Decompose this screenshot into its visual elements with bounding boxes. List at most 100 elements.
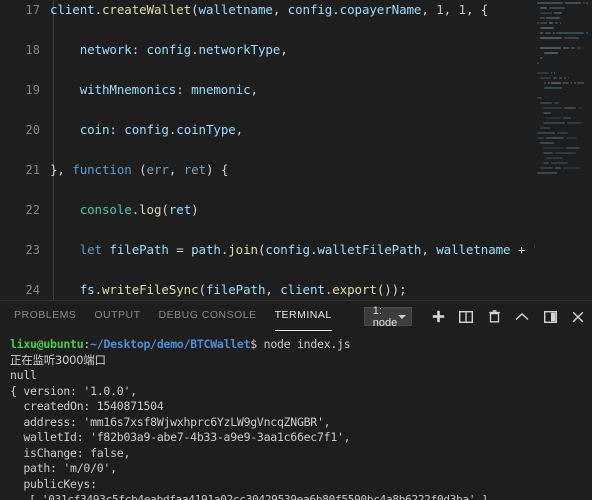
minimap-line (540, 77, 552, 79)
minimap-line (563, 117, 571, 119)
code-line: 22 console.log(ret) (0, 200, 535, 220)
line-content: let filePath = path.join(config.walletFi… (79, 242, 535, 257)
minimap-line (543, 87, 562, 89)
prompt-path: ~/Desktop/demo/BTCWallet (90, 337, 251, 351)
minimap-line (540, 37, 563, 39)
terminal-instance-label: 1: node (372, 304, 398, 329)
terminal-prompt-line: lixu@ubuntu:~/Desktop/demo/BTCWallet$ no… (10, 337, 592, 353)
line-number: 18 (25, 43, 40, 57)
terminal-line: { version: '1.0.0', (10, 383, 137, 398)
line-number: 20 (25, 123, 40, 137)
minimap-line (540, 7, 548, 9)
editor-minimap[interactable] (535, 0, 592, 300)
maximize-panel-button[interactable] (508, 306, 536, 328)
minimap-line (540, 17, 545, 19)
minimap-line (556, 32, 584, 34)
terminal-output[interactable]: lixu@ubuntu:~/Desktop/demo/BTCWallet$ no… (0, 332, 592, 500)
panel-header: PROBLEMS OUTPUT DEBUG CONSOLE TERMINAL 1… (0, 301, 592, 332)
code-line: 20 coin: config.coinType, (0, 120, 535, 140)
minimap-line (554, 12, 562, 14)
minimap-line (553, 72, 556, 74)
minimap-line (559, 22, 562, 24)
minimap-line (576, 47, 582, 49)
line-number: 19 (25, 83, 40, 97)
tab-terminal[interactable]: TERMINAL (274, 303, 332, 331)
code-editor[interactable]: 17 client.createWallet(walletname, confi… (0, 0, 592, 300)
terminal-line: createdOn: 1540871504 (10, 399, 164, 413)
minimap-line (555, 167, 561, 169)
terminal-line: 正在监听3000端口 (10, 352, 106, 367)
prompt-dollar: $ (250, 337, 257, 351)
minimap-line (582, 47, 585, 49)
terminal-line: isChange: false, (10, 445, 131, 460)
minimap-line (543, 162, 549, 164)
minimap-line (540, 102, 552, 104)
terminal-line: walletId: 'f82b03a9-abe7-4b33-a9e9-3aa1c… (10, 430, 351, 444)
kill-terminal-button[interactable] (480, 306, 508, 328)
minimap-line (540, 32, 543, 34)
minimap-line (553, 77, 558, 79)
terminal-line: publicKeys: (10, 476, 97, 491)
minimap-line (537, 97, 542, 99)
line-number: 22 (25, 203, 40, 217)
minimap-line (577, 82, 584, 84)
code-text-area[interactable]: 17 client.createWallet(walletname, confi… (0, 0, 535, 300)
line-number: 23 (25, 243, 40, 257)
minimap-line (553, 32, 555, 34)
close-panel-button[interactable] (564, 306, 592, 328)
minimap-line (548, 7, 566, 9)
line-number: 21 (25, 163, 40, 177)
terminal-line: path: 'm/0/0', (10, 461, 117, 475)
terminal-line: null (10, 368, 37, 382)
tab-debug-console[interactable]: DEBUG CONSOLE (159, 303, 257, 331)
minimap-line (566, 147, 580, 149)
panel-actions (424, 306, 592, 328)
minimap-line (557, 132, 568, 134)
minimap-line (563, 167, 580, 169)
minimap-line (570, 82, 573, 84)
minimap-line (565, 2, 582, 4)
minimap-line (550, 72, 553, 74)
minimap-line (582, 2, 585, 4)
line-content: }, function (err, ret) { (50, 162, 229, 177)
minimap-line (540, 12, 553, 14)
minimap-line (537, 2, 564, 4)
split-terminal-button[interactable] (452, 306, 480, 328)
chevron-down-icon (398, 314, 406, 319)
minimap-line (586, 2, 588, 4)
minimap-line (543, 147, 564, 149)
line-content: coin: config.coinType, (79, 122, 244, 137)
minimap-line (540, 142, 554, 144)
tab-problems[interactable]: PROBLEMS (14, 303, 76, 331)
minimap-line (554, 22, 559, 24)
minimap-line (543, 112, 551, 114)
line-content: fs.writeFileSync(filePath, client.export… (79, 282, 407, 297)
minimap-line (546, 117, 561, 119)
minimap-line (586, 32, 588, 34)
minimap-line (540, 22, 548, 24)
minimap-line (543, 122, 565, 124)
minimap-line (537, 137, 544, 139)
minimap-line (543, 107, 562, 109)
toggle-panel-button[interactable] (536, 306, 564, 328)
add-terminal-button[interactable] (424, 306, 452, 328)
minimap-line (554, 102, 559, 104)
line-content: console.log(ret) (79, 202, 199, 217)
code-line: 24 fs.writeFileSync(filePath, client.exp… (0, 280, 535, 300)
minimap-line (548, 22, 554, 24)
terminal-instance-select[interactable]: 1: node (363, 304, 412, 329)
code-line: 17 client.createWallet(walletname, confi… (0, 0, 535, 20)
tab-output[interactable]: OUTPUT (94, 303, 140, 331)
bottom-panel: PROBLEMS OUTPUT DEBUG CONSOLE TERMINAL 1… (0, 300, 592, 500)
line-content: network: config.networkType, (79, 42, 288, 57)
minimap-line (537, 62, 539, 64)
prompt-command: node index.js (256, 337, 351, 351)
minimap-line (546, 17, 560, 19)
code-line: 23 let filePath = path.join(config.walle… (0, 240, 535, 260)
line-content: withMnemonics: mnemonic, (79, 82, 258, 97)
minimap-line (548, 82, 550, 84)
minimap-line (564, 37, 579, 39)
minimap-line (564, 77, 566, 79)
minimap-line (540, 47, 561, 49)
code-line: 21 }, function (err, ret) { (0, 160, 535, 180)
